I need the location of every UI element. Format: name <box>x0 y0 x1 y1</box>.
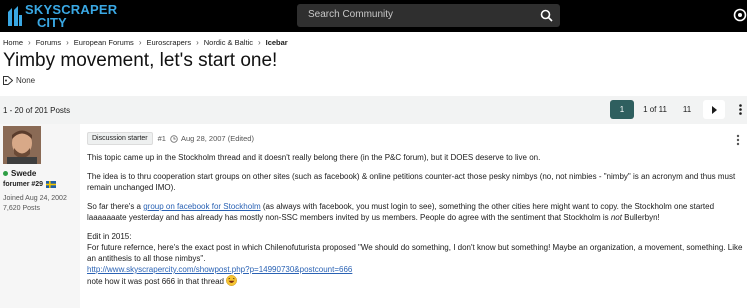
breadcrumb-european-forums[interactable]: European Forums <box>74 38 134 47</box>
discussion-starter-badge: Discussion starter <box>87 132 153 145</box>
post-content-panel: Discussion starter #1 Aug 28, 2007 (Edit… <box>80 124 747 308</box>
post-paragraph: So far there's a group on facebook for S… <box>87 201 743 223</box>
breadcrumb-nordic-baltic[interactable]: Nordic & Baltic <box>204 38 253 47</box>
breadcrumb-euroscrapers[interactable]: Euroscrapers <box>146 38 191 47</box>
sweden-flag-icon <box>46 181 57 188</box>
chevron-right-icon: › <box>66 38 69 47</box>
site-logo[interactable]: SKYSCRAPER CITY <box>6 3 117 29</box>
avatar[interactable] <box>3 126 41 164</box>
logo-mark-icon <box>8 6 22 26</box>
page-title: Yimby movement, let's start one! <box>3 50 278 71</box>
author-post-count: 7,620 Posts <box>3 205 40 212</box>
last-line-text: note how it was post 666 in that thread <box>87 277 224 286</box>
post-number-link[interactable]: #1 <box>158 134 166 143</box>
post-count: 1 - 20 of 201 Posts <box>3 106 71 115</box>
top-header: SKYSCRAPER CITY Search Community <box>0 0 747 32</box>
breadcrumb-current[interactable]: Icebar <box>266 38 288 47</box>
author-name[interactable]: Swede <box>3 169 36 178</box>
post-text: This topic came up in the Stockholm thre… <box>87 152 743 287</box>
notification-icon[interactable] <box>733 8 747 22</box>
post-date[interactable]: Aug 28, 2007 (Edited) <box>181 134 254 143</box>
author-title-text: forumer #29 <box>3 181 44 188</box>
pagination-bar: 1 - 20 of 201 Posts 1 1 of 11 11 <box>0 96 747 124</box>
laughing-emoji-icon <box>226 275 238 286</box>
post-text-span: So far there's a <box>87 202 144 211</box>
tags-value: None <box>16 76 36 85</box>
post-text-span: Bullerbyn! <box>621 213 660 222</box>
breadcrumb-home[interactable]: Home <box>3 38 23 47</box>
search-input[interactable]: Search Community <box>297 4 560 27</box>
edit-link-line: http://www.skyscrapercity.com/showpost.p… <box>87 264 743 275</box>
author-joined-date: Joined Aug 24, 2002 <box>3 195 67 202</box>
avatar-image <box>3 126 41 164</box>
author-name-text: Swede <box>11 169 37 178</box>
post-author-panel: Swede forumer #29 Joined Aug 24, 2002 7,… <box>0 124 80 308</box>
page-jump-selector[interactable]: 1 of 11 <box>640 100 670 119</box>
post-meta: Discussion starter #1 Aug 28, 2007 (Edit… <box>87 132 254 145</box>
author-title: forumer #29 <box>3 181 57 188</box>
search-icon[interactable] <box>540 9 553 22</box>
post-paragraph: This topic came up in the Stockholm thre… <box>87 153 541 162</box>
chevron-right-icon: › <box>196 38 199 47</box>
page-button-last[interactable]: 11 <box>676 100 698 119</box>
last-line: note how it was post 666 in that thread <box>87 275 743 287</box>
online-status-icon <box>3 171 8 176</box>
emphasis-text: not <box>610 213 622 222</box>
logo-text-secondary: CITY <box>37 15 67 30</box>
chevron-right-icon: › <box>138 38 142 47</box>
post-options-icon[interactable] <box>734 134 742 146</box>
chevron-right-icon <box>711 105 717 114</box>
vertical-ellipsis-icon <box>738 104 742 115</box>
breadcrumb-forums[interactable]: Forums <box>36 38 61 47</box>
search-placeholder: Search Community <box>308 9 394 20</box>
thread-options-button[interactable] <box>734 100 746 119</box>
facebook-group-link[interactable]: group on facebook for Stockholm <box>143 202 260 211</box>
tag-icon <box>3 76 13 85</box>
showpost-link[interactable]: http://www.skyscrapercity.com/showpost.p… <box>87 265 352 274</box>
next-page-button[interactable] <box>703 100 725 119</box>
chevron-right-icon: › <box>257 38 261 47</box>
breadcrumb: Home › Forums › European Forums › Eurosc… <box>3 38 291 47</box>
edit-text: For future refernce, here's the exact po… <box>87 243 743 263</box>
clock-icon <box>170 134 178 143</box>
chevron-right-icon: › <box>28 38 31 47</box>
edit-heading: Edit in 2015: <box>87 232 132 241</box>
thread-tags: None <box>3 76 35 85</box>
page-button-current[interactable]: 1 <box>610 100 634 119</box>
post-paragraph: The idea is to thru cooperation start gr… <box>87 172 736 192</box>
